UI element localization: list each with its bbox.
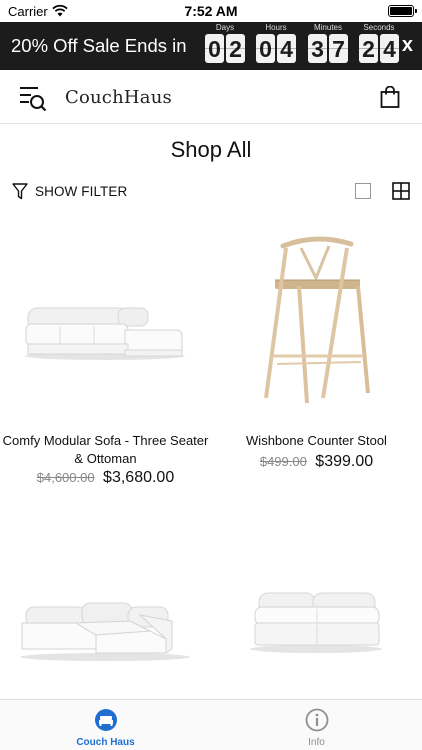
tab-couch-haus[interactable]: Couch Haus (0, 700, 211, 750)
original-price: $4,600.00 (36, 470, 95, 485)
single-column-view-button[interactable] (355, 183, 371, 199)
tab-label: Couch Haus (76, 737, 135, 748)
filter-icon (12, 182, 28, 199)
battery-icon (388, 5, 417, 17)
brand-logo[interactable]: CouchHaus (65, 87, 172, 108)
app-header: CouchHaus (0, 70, 422, 124)
shopping-bag-icon[interactable] (380, 86, 400, 108)
countdown-hours: Hours 0 4 (256, 22, 296, 70)
promo-text: 20% Off Sale Ends in (11, 35, 187, 56)
countdown-label: Days (215, 23, 235, 32)
sale-price: $3,680.00 (103, 469, 175, 486)
product-name[interactable]: Comfy Modular Sofa - Three Seater & Otto… (0, 432, 211, 468)
countdown-digit: 4 (277, 34, 296, 63)
countdown-digit: 3 (308, 34, 327, 63)
status-time: 7:52 AM (184, 3, 238, 19)
product-image-wishbone-stool[interactable] (211, 228, 422, 418)
product-image-modular-sectional[interactable] (0, 535, 211, 725)
promo-banner[interactable]: 20% Off Sale Ends in Days 0 2 Hours 0 4 … (0, 22, 422, 70)
countdown-digit: 2 (359, 34, 378, 63)
product-price: $4,600.00 $3,680.00 (0, 469, 211, 487)
tab-info[interactable]: Info (211, 700, 422, 750)
grid-view-icon[interactable] (392, 182, 410, 200)
info-icon (305, 708, 328, 732)
countdown-label: Minutes (313, 23, 342, 32)
tab-bar: Couch Haus Info (0, 699, 422, 750)
product-name[interactable]: Wishbone Counter Stool (211, 432, 422, 450)
original-price: $499.00 (259, 454, 307, 469)
tab-label: Info (308, 737, 325, 748)
countdown-digit: 2 (226, 34, 245, 63)
show-filter-button[interactable]: SHOW FILTER (12, 182, 127, 200)
product-card[interactable] (0, 535, 211, 695)
countdown-minutes: Minutes 3 7 (308, 22, 348, 70)
promo-close-button[interactable]: x (402, 34, 413, 57)
product-price: $499.00 $399.00 (211, 453, 422, 471)
countdown-label: Seconds (363, 23, 395, 32)
countdown-digit: 0 (205, 34, 224, 63)
product-image-sectional-sofa[interactable] (0, 228, 211, 418)
countdown-digit: 0 (256, 34, 275, 63)
menu-search-icon[interactable] (19, 85, 47, 113)
bed-icon (94, 709, 117, 731)
filter-label: SHOW FILTER (35, 183, 128, 199)
product-card[interactable]: Wishbone Counter Stool $499.00 $399.00 (211, 228, 422, 498)
product-card[interactable] (211, 535, 422, 695)
countdown-seconds: Seconds 2 4 (359, 22, 399, 70)
countdown-digit: 4 (380, 34, 399, 63)
page-title: Shop All (170, 137, 252, 162)
sale-price: $399.00 (315, 453, 374, 470)
countdown-digit: 7 (329, 34, 348, 63)
countdown-days: Days 0 2 (205, 22, 245, 70)
product-card[interactable]: Comfy Modular Sofa - Three Seater & Otto… (0, 228, 211, 498)
product-image-loveseat[interactable] (211, 535, 422, 725)
status-bar: Carrier 7:52 AM (0, 0, 422, 22)
countdown-label: Hours (265, 23, 287, 32)
